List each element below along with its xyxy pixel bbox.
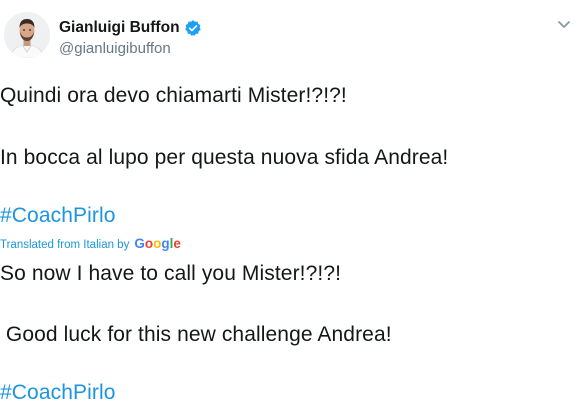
translated-from-label[interactable]: Translated from Italian by [0, 239, 129, 251]
translated-hashtag-link[interactable]: #CoachPirlo [0, 381, 116, 405]
original-hashtag-link[interactable]: #CoachPirlo [0, 204, 116, 228]
verified-badge-icon [184, 19, 202, 37]
author-name-row: Gianluigi Buffon [59, 18, 202, 38]
tweet-card: Gianluigi Buffon @gianluigibuffon Quindi… [0, 0, 579, 415]
google-logo: Google [134, 236, 181, 251]
translated-text-line-1: So now I have to call you Mister!?!?! [0, 262, 342, 285]
tweet-header: Gianluigi Buffon @gianluigibuffon [0, 0, 579, 70]
translated-text-line-2: Good luck for this new challenge Andrea! [0, 323, 392, 346]
original-text-line-1: Quindi ora devo chiamarti Mister!?!?! [0, 84, 347, 107]
avatar[interactable] [4, 12, 50, 58]
chevron-down-icon[interactable] [554, 14, 574, 34]
author-handle[interactable]: @gianluigibuffon [59, 40, 171, 57]
original-text-line-2: In bocca al lupo per questa nuova sfida … [0, 146, 449, 169]
avatar-image [4, 12, 50, 58]
translation-attribution: Translated from Italian by Google [0, 236, 181, 251]
author-display-name[interactable]: Gianluigi Buffon [59, 19, 180, 37]
